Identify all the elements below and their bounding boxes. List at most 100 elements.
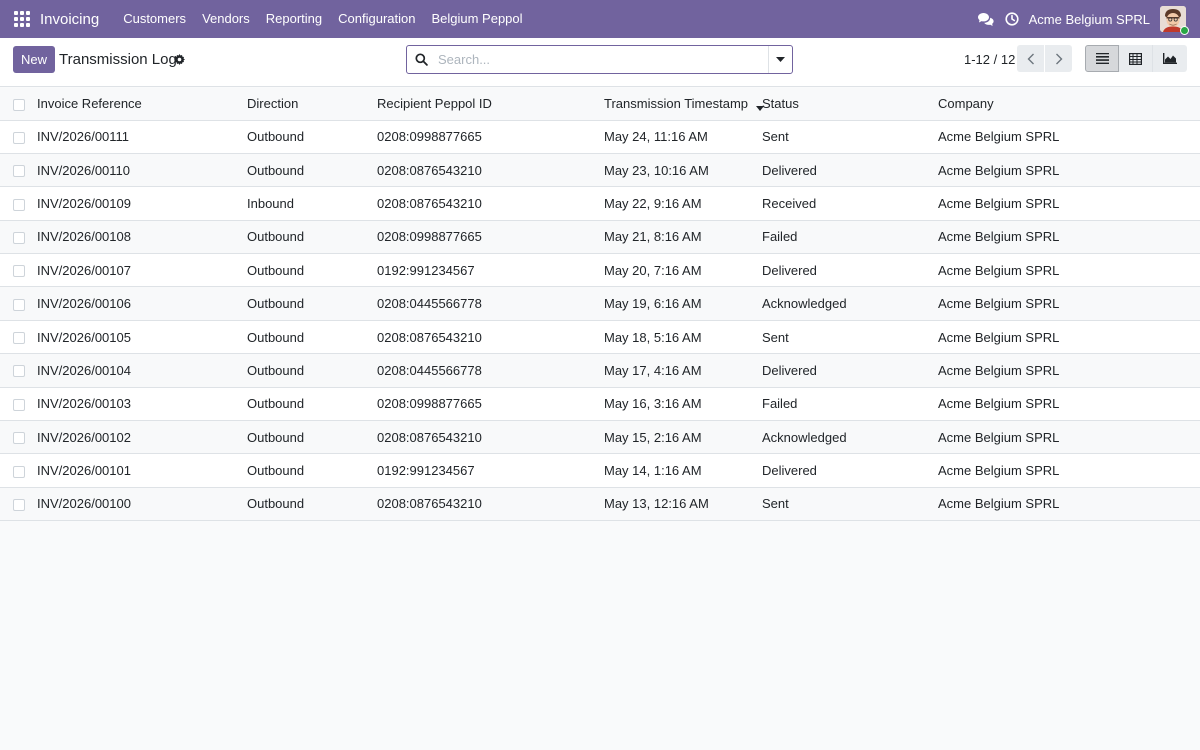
cell-company: Acme Belgium SPRL: [938, 420, 1200, 455]
cell-direction: Outbound: [247, 420, 377, 455]
company-switcher[interactable]: Acme Belgium SPRL: [1029, 12, 1150, 27]
menu-customers[interactable]: Customers: [115, 0, 194, 38]
table-row[interactable]: INV/2026/00101 Outbound 0192:991234567 May …: [0, 453, 1200, 488]
column-header-recipient-peppol-id[interactable]: Recipient Peppol ID: [377, 88, 604, 121]
cell-transmission-timestamp: May 14, 1:16 AM: [604, 453, 762, 488]
column-header-transmission-timestamp[interactable]: Transmission Timestamp: [604, 88, 764, 121]
row-select-cell: [0, 153, 37, 188]
row-checkbox[interactable]: [13, 432, 25, 445]
menu-vendors[interactable]: Vendors: [194, 0, 258, 38]
column-header-status[interactable]: Status: [762, 88, 938, 121]
new-button[interactable]: New: [13, 46, 55, 73]
cell-direction: Outbound: [247, 286, 377, 321]
app-name[interactable]: Invoicing: [40, 11, 99, 28]
row-select-cell: [0, 353, 37, 388]
row-select-cell: [0, 220, 37, 255]
cell-status: Sent: [762, 120, 938, 154]
search-input[interactable]: [438, 52, 768, 67]
cell-company: Acme Belgium SPRL: [938, 120, 1200, 154]
pager-previous-button[interactable]: [1017, 45, 1044, 72]
menu-configuration[interactable]: Configuration: [330, 0, 423, 38]
row-checkbox[interactable]: [13, 499, 25, 512]
row-checkbox[interactable]: [13, 231, 25, 244]
row-checkbox[interactable]: [13, 298, 25, 311]
table-row[interactable]: INV/2026/00104 Outbound 0208:0445566778 May…: [0, 353, 1200, 388]
top-navbar: Invoicing Customers Vendors Reporting Co…: [0, 0, 1200, 38]
row-select-cell: [0, 487, 37, 522]
cell-direction: Inbound: [247, 186, 377, 221]
row-select-cell: [0, 186, 37, 221]
pager-next-button[interactable]: [1045, 45, 1072, 72]
cell-status: Failed: [762, 220, 938, 255]
table-row[interactable]: INV/2026/00107 Outbound 0192:991234567 May …: [0, 253, 1200, 288]
gear-icon[interactable]: [174, 53, 185, 65]
row-checkbox[interactable]: [13, 265, 25, 278]
cell-invoice-reference: INV/2026/00103: [37, 387, 247, 422]
table-row[interactable]: INV/2026/00110 Outbound 0208:0876543210 May…: [0, 153, 1200, 188]
list-view-button[interactable]: [1085, 45, 1119, 72]
user-avatar[interactable]: [1160, 6, 1189, 35]
cell-company: Acme Belgium SPRL: [938, 153, 1200, 188]
cell-transmission-timestamp: May 17, 4:16 AM: [604, 353, 762, 388]
table-header-row: Invoice Reference Direction Recipient Pe…: [0, 88, 1200, 121]
row-select-cell: [0, 320, 37, 355]
cell-company: Acme Belgium SPRL: [938, 320, 1200, 355]
cell-status: Sent: [762, 487, 938, 522]
search-options-toggle[interactable]: [768, 46, 792, 73]
row-checkbox[interactable]: [13, 198, 25, 211]
row-checkbox[interactable]: [13, 131, 25, 144]
table-row[interactable]: INV/2026/00103 Outbound 0208:0998877665 May…: [0, 387, 1200, 422]
pager-value[interactable]: 1-12 / 12: [964, 52, 1015, 67]
cell-invoice-reference: INV/2026/00105: [37, 320, 247, 355]
cell-status: Sent: [762, 320, 938, 355]
row-checkbox[interactable]: [13, 365, 25, 378]
apps-menu-icon[interactable]: [14, 11, 30, 27]
cell-invoice-reference: INV/2026/00109: [37, 186, 247, 221]
chevron-down-icon: [776, 56, 785, 62]
cell-recipient-peppol-id: 0192:991234567: [377, 453, 604, 488]
cell-transmission-timestamp: May 13, 12:16 AM: [604, 487, 762, 522]
cell-status: Failed: [762, 387, 938, 422]
cell-transmission-timestamp: May 15, 2:16 AM: [604, 420, 762, 455]
cell-recipient-peppol-id: 0208:0876543210: [377, 320, 604, 355]
cell-status: Received: [762, 186, 938, 221]
clock-icon[interactable]: [999, 12, 1025, 26]
chevron-left-icon: [1027, 53, 1034, 64]
table-row[interactable]: INV/2026/00111 Outbound 0208:0998877665 May…: [0, 120, 1200, 154]
cell-invoice-reference: INV/2026/00102: [37, 420, 247, 455]
table-row[interactable]: INV/2026/00100 Outbound 0208:0876543210 May…: [0, 487, 1200, 522]
cell-company: Acme Belgium SPRL: [938, 253, 1200, 288]
column-header-label: Transmission Timestamp: [604, 96, 748, 112]
table-row[interactable]: INV/2026/00109 Inbound 0208:0876543210 May …: [0, 186, 1200, 221]
cell-direction: Outbound: [247, 387, 377, 422]
chevron-right-icon: [1055, 53, 1062, 64]
row-checkbox[interactable]: [13, 398, 25, 411]
table-row[interactable]: INV/2026/00102 Outbound 0208:0876543210 May…: [0, 420, 1200, 455]
cell-invoice-reference: INV/2026/00100: [37, 487, 247, 522]
menu-belgium-peppol[interactable]: Belgium Peppol: [423, 0, 530, 38]
table-row[interactable]: INV/2026/00106 Outbound 0208:0445566778 May…: [0, 286, 1200, 321]
cell-transmission-timestamp: May 19, 6:16 AM: [604, 286, 762, 321]
column-header-direction[interactable]: Direction: [247, 88, 377, 121]
table-row[interactable]: INV/2026/00105 Outbound 0208:0876543210 May…: [0, 320, 1200, 355]
cell-transmission-timestamp: May 24, 11:16 AM: [604, 120, 762, 154]
control-panel: New Transmission Log 1-12 / 12: [0, 38, 1200, 87]
chat-icon[interactable]: [973, 12, 999, 26]
column-header-invoice-reference[interactable]: Invoice Reference: [37, 88, 247, 121]
pivot-view-button[interactable]: [1119, 45, 1153, 72]
row-checkbox[interactable]: [13, 465, 25, 478]
table-row[interactable]: INV/2026/00108 Outbound 0208:0998877665 May…: [0, 220, 1200, 255]
cell-direction: Outbound: [247, 153, 377, 188]
cell-transmission-timestamp: May 23, 10:16 AM: [604, 153, 762, 188]
row-checkbox[interactable]: [13, 332, 25, 345]
cell-recipient-peppol-id: 0192:991234567: [377, 253, 604, 288]
cell-invoice-reference: INV/2026/00106: [37, 286, 247, 321]
list-view-icon: [1095, 53, 1109, 64]
cell-status: Delivered: [762, 153, 938, 188]
cell-company: Acme Belgium SPRL: [938, 487, 1200, 522]
graph-view-button[interactable]: [1153, 45, 1187, 72]
menu-reporting[interactable]: Reporting: [258, 0, 330, 38]
row-checkbox[interactable]: [13, 165, 25, 178]
select-all-checkbox[interactable]: [13, 98, 25, 111]
column-header-company[interactable]: Company: [938, 88, 1200, 121]
